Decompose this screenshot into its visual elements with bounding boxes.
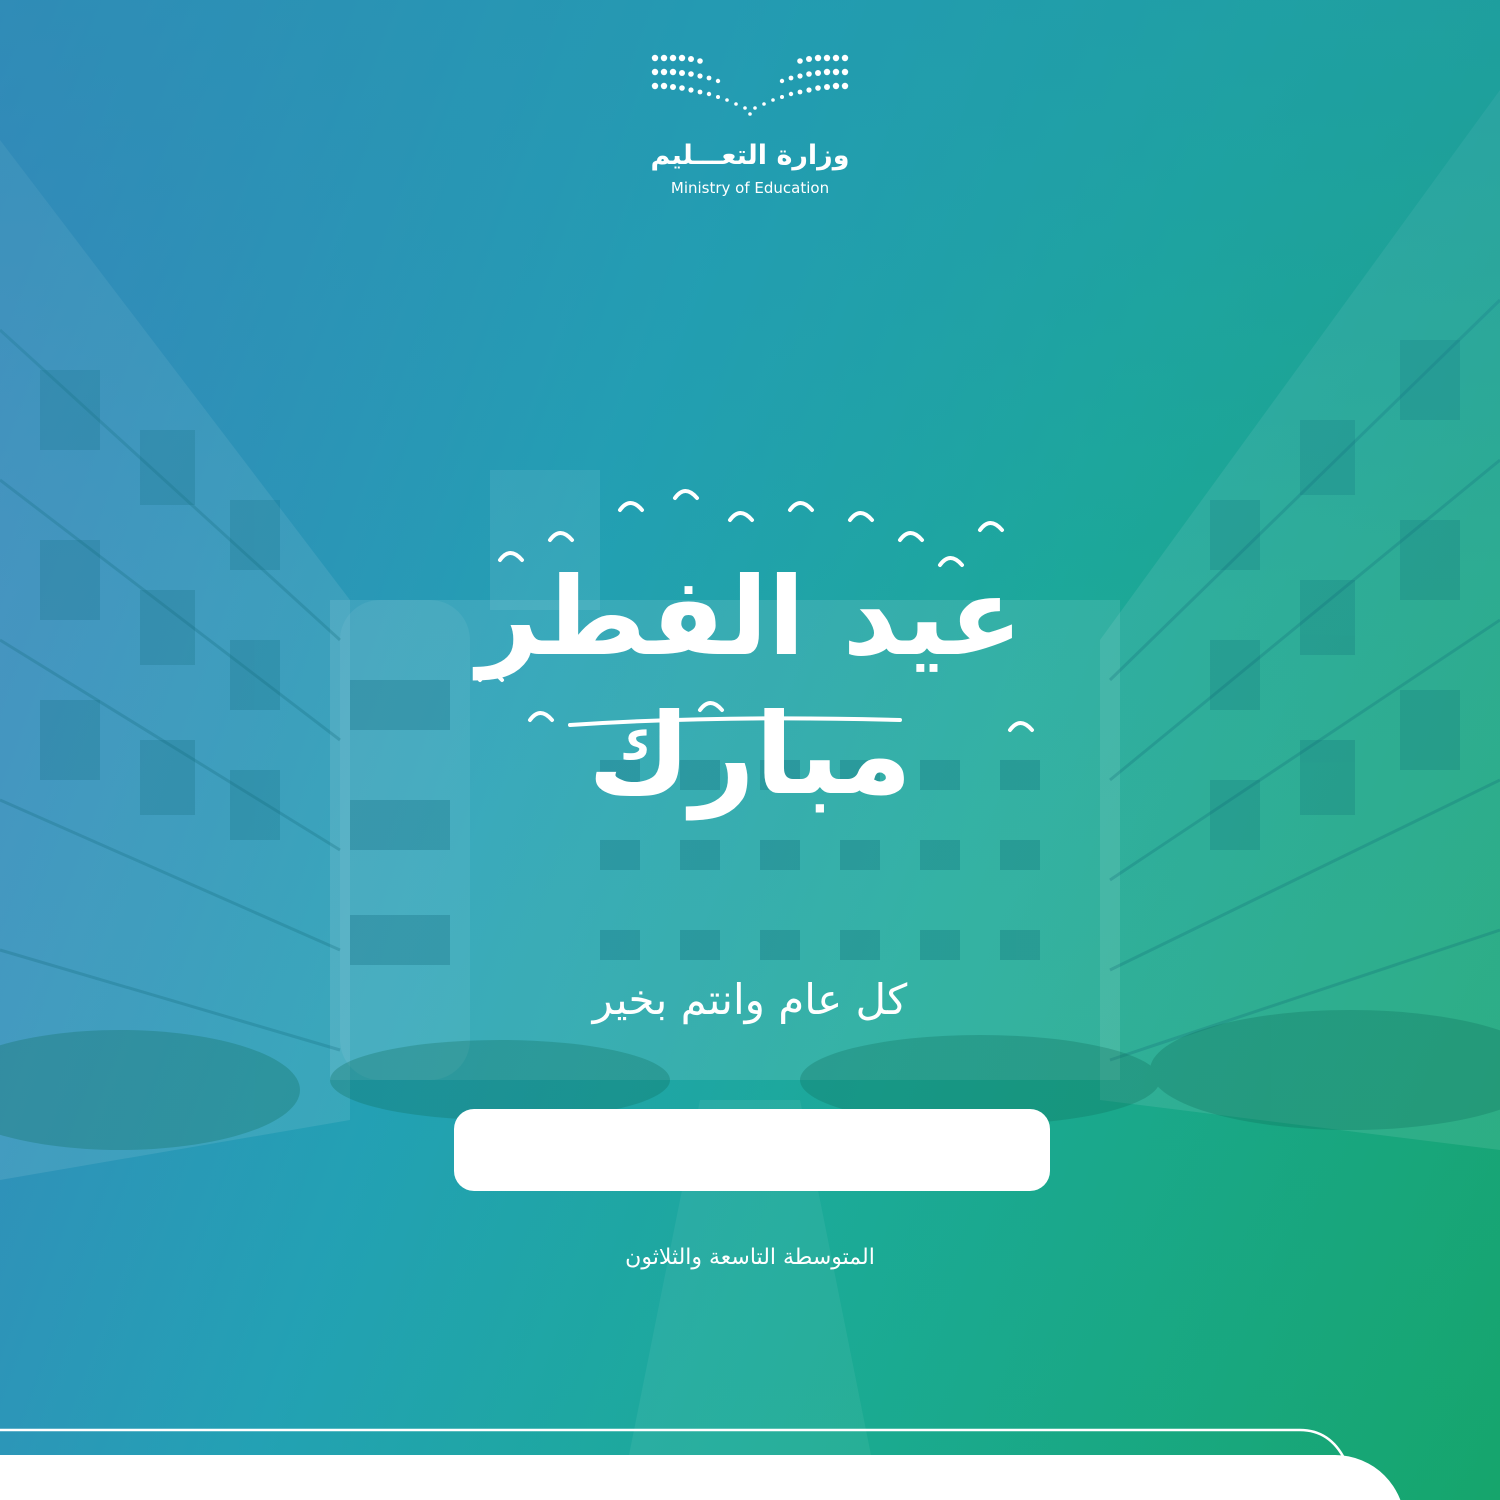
ministry-name-arabic: وزارة التعـــليم <box>650 140 850 171</box>
eid-calligraphy-title: عيد الفطر مبارك <box>420 470 1080 850</box>
eid-greeting-card: وزارة التعـــليم Ministry of Education ع… <box>0 0 1500 1500</box>
ministry-of-education-dot-logo-icon <box>651 54 849 116</box>
ministry-name-english: Ministry of Education <box>670 179 830 197</box>
title-mubarak: مبارك <box>587 690 913 820</box>
name-field[interactable] <box>454 1109 1050 1191</box>
school-name: المتوسطة التاسعة والثلاثون <box>625 1245 875 1270</box>
greeting-text: كل عام وانتم بخير <box>592 975 908 1024</box>
title-eid-al-fitr: عيد الفطر <box>477 555 1023 680</box>
ministry-logo: وزارة التعـــليم Ministry of Education <box>600 50 900 220</box>
bottom-white-bar <box>0 1455 1405 1500</box>
